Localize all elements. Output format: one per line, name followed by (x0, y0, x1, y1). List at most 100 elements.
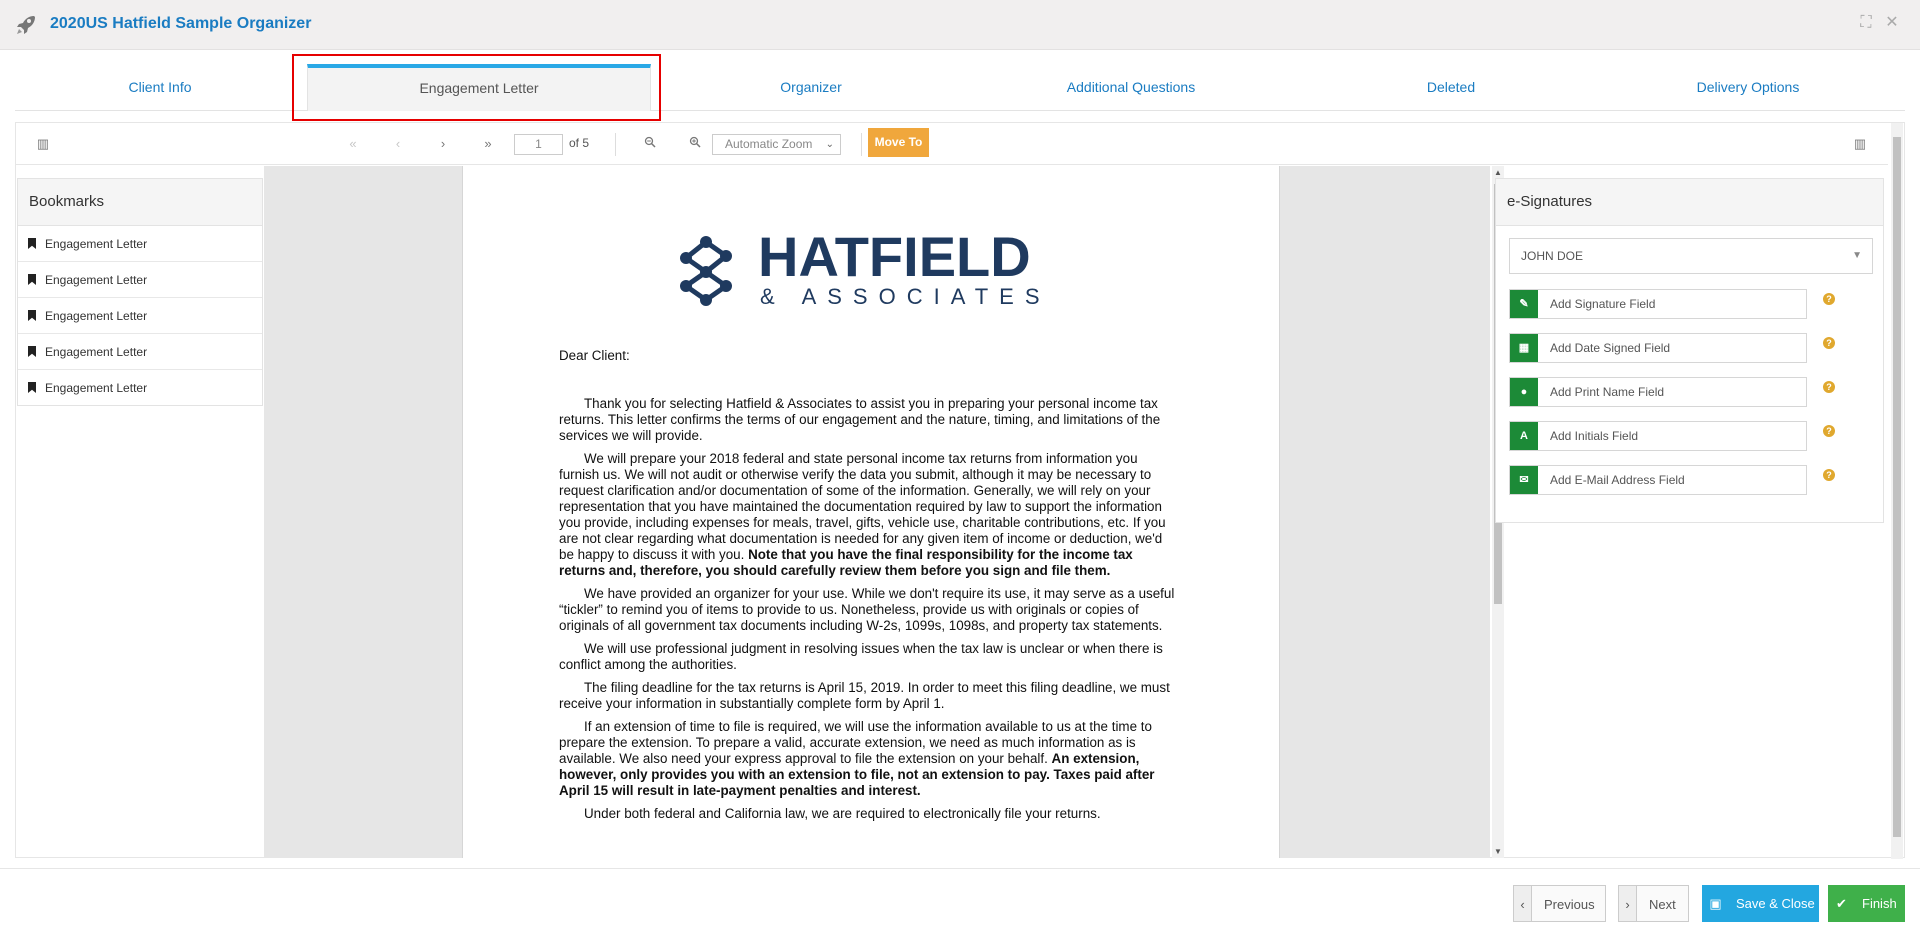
help-icon[interactable]: ? (1823, 381, 1835, 393)
save-icon: ▣ (1709, 896, 1722, 911)
add-print-name-field-button[interactable]: ● Add Print Name Field (1509, 377, 1807, 407)
zoom-out-icon (644, 136, 656, 148)
bookmark-item[interactable]: Engagement Letter (18, 370, 262, 406)
paragraph: Thank you for selecting Hatfield & Assoc… (559, 396, 1161, 443)
bookmark-icon (28, 274, 36, 285)
finish-button[interactable]: ✔ Finish (1828, 885, 1905, 922)
move-to-button[interactable]: Move To (868, 128, 929, 157)
user-icon: ● (1510, 378, 1538, 406)
field-label: Add Signature Field (1550, 297, 1656, 311)
bookmark-item[interactable]: Engagement Letter (18, 334, 262, 370)
zoom-out-button[interactable] (640, 135, 660, 153)
scroll-up-icon[interactable]: ▲ (1492, 168, 1504, 177)
next-button[interactable]: › Next (1618, 885, 1689, 922)
calendar-icon: ▦ (1510, 334, 1538, 362)
expand-icon[interactable]: ⛶ (1857, 14, 1875, 32)
sidebar-toggle-icon[interactable]: ▥ (33, 135, 53, 153)
logo-subtitle: & ASSOCIATES (760, 284, 1051, 308)
bookmarks-header: Bookmarks (18, 179, 262, 226)
signature-icon: ✎ (1510, 290, 1538, 318)
toolbar-divider (615, 133, 616, 156)
document-page: HATFIELD & ASSOCIATES Dear Client: Thank… (462, 166, 1280, 858)
initials-icon: A (1510, 422, 1538, 450)
chevron-down-icon: ⌄ (825, 139, 834, 150)
tab-organizer[interactable]: Organizer (651, 54, 971, 111)
paragraph: We have provided an organizer for your u… (559, 586, 1175, 633)
field-label: Add Print Name Field (1550, 385, 1665, 399)
zoom-select[interactable]: Automatic Zoom ⌄ (712, 134, 841, 155)
paragraph: The filing deadline for the tax returns … (559, 680, 1170, 711)
save-close-button[interactable]: ▣ Save & Close (1702, 885, 1819, 922)
next-page-button[interactable]: › (433, 135, 453, 153)
help-icon[interactable]: ? (1823, 425, 1835, 437)
panel-toggle-icon[interactable]: ▥ (1850, 135, 1870, 153)
field-label: Add Initials Field (1550, 429, 1639, 443)
chevron-down-icon: ▼ (1852, 250, 1862, 261)
previous-page-button[interactable]: ‹ (388, 135, 408, 153)
document-area[interactable]: HATFIELD & ASSOCIATES Dear Client: Thank… (264, 166, 1490, 858)
bookmark-label: Engagement Letter (45, 309, 148, 323)
first-page-button[interactable]: « (343, 135, 363, 153)
esignatures-panel: e-Signatures JOHN DOE ▼ ✎ Add Signature … (1495, 178, 1884, 523)
greeting: Dear Client: (559, 348, 630, 363)
add-signature-field-button[interactable]: ✎ Add Signature Field (1509, 289, 1807, 319)
page-number-input[interactable]: 1 (514, 134, 563, 155)
finish-label: Finish (1862, 896, 1897, 911)
paragraph: We will prepare your 2018 federal and st… (559, 451, 1166, 578)
window-title: 2020US Hatfield Sample Organizer (50, 15, 312, 32)
bookmark-item[interactable]: Engagement Letter (18, 262, 262, 298)
paragraph: We will use professional judgment in res… (559, 641, 1163, 672)
add-initials-field-button[interactable]: A Add Initials Field (1509, 421, 1807, 451)
close-icon[interactable]: ✕ (1883, 14, 1901, 32)
footer-bar: ‹ Previous › Next ▣ Save & Close ✔ Finis… (0, 868, 1920, 937)
add-email-address-field-button[interactable]: ✉ Add E-Mail Address Field (1509, 465, 1807, 495)
scroll-thumb[interactable] (1893, 137, 1901, 837)
pdf-viewer: ▥ « ‹ › » 1 of 5 Automatic Zoom ⌄ Move T… (15, 122, 1905, 859)
zoom-in-icon (689, 136, 701, 148)
bookmark-item[interactable]: Engagement Letter (18, 226, 262, 262)
bookmark-label: Engagement Letter (45, 273, 148, 287)
bookmark-icon (28, 238, 36, 249)
field-label: Add Date Signed Field (1550, 341, 1671, 355)
help-icon[interactable]: ? (1823, 469, 1835, 481)
logo-name: HATFIELD (758, 228, 1031, 288)
bookmark-label: Engagement Letter (45, 345, 148, 359)
tab-client-info[interactable]: Client Info (15, 54, 305, 111)
signer-select[interactable]: JOHN DOE ▼ (1509, 238, 1873, 274)
scroll-down-icon[interactable]: ▼ (1492, 847, 1504, 856)
zoom-in-button[interactable] (685, 135, 705, 153)
bookmark-icon (28, 346, 36, 357)
document-text: Dear Client: Thank you for selecting Hat… (559, 348, 1179, 829)
bookmarks-panel: Bookmarks Engagement Letter Engagement L… (17, 178, 263, 406)
last-page-button[interactable]: » (478, 135, 498, 153)
chevron-right-icon: › (1619, 886, 1637, 921)
chevron-left-icon: ‹ (1514, 886, 1532, 921)
add-date-signed-field-button[interactable]: ▦ Add Date Signed Field (1509, 333, 1807, 363)
tab-highlight-box (292, 54, 661, 121)
paragraph: Under both federal and California law, w… (584, 806, 1101, 821)
previous-label: Previous (1544, 897, 1595, 912)
field-label: Add E-Mail Address Field (1550, 473, 1685, 487)
help-icon[interactable]: ? (1823, 337, 1835, 349)
zoom-select-value: Automatic Zoom (725, 137, 813, 151)
help-icon[interactable]: ? (1823, 293, 1835, 305)
bookmark-icon (28, 310, 36, 321)
tab-additional-questions[interactable]: Additional Questions (971, 54, 1291, 111)
toolbar-divider (861, 133, 862, 156)
page-count: of 5 (569, 136, 590, 150)
viewer-scrollbar[interactable] (1891, 123, 1903, 859)
tab-deleted[interactable]: Deleted (1291, 54, 1611, 111)
paragraph: If an extension of time to file is requi… (559, 719, 1155, 798)
next-label: Next (1649, 897, 1676, 912)
bookmark-item[interactable]: Engagement Letter (18, 298, 262, 334)
bookmark-label: Engagement Letter (45, 237, 148, 251)
check-icon: ✔ (1836, 896, 1847, 911)
envelope-icon: ✉ (1510, 466, 1538, 494)
previous-button[interactable]: ‹ Previous (1513, 885, 1606, 922)
signer-value: JOHN DOE (1521, 249, 1584, 263)
save-close-label: Save & Close (1736, 896, 1815, 911)
bookmark-label: Engagement Letter (45, 381, 148, 395)
esignatures-header: e-Signatures (1496, 179, 1883, 226)
title-bar: 2020US Hatfield Sample Organizer ⛶ ✕ (0, 0, 1920, 50)
tab-delivery-options[interactable]: Delivery Options (1591, 54, 1905, 111)
